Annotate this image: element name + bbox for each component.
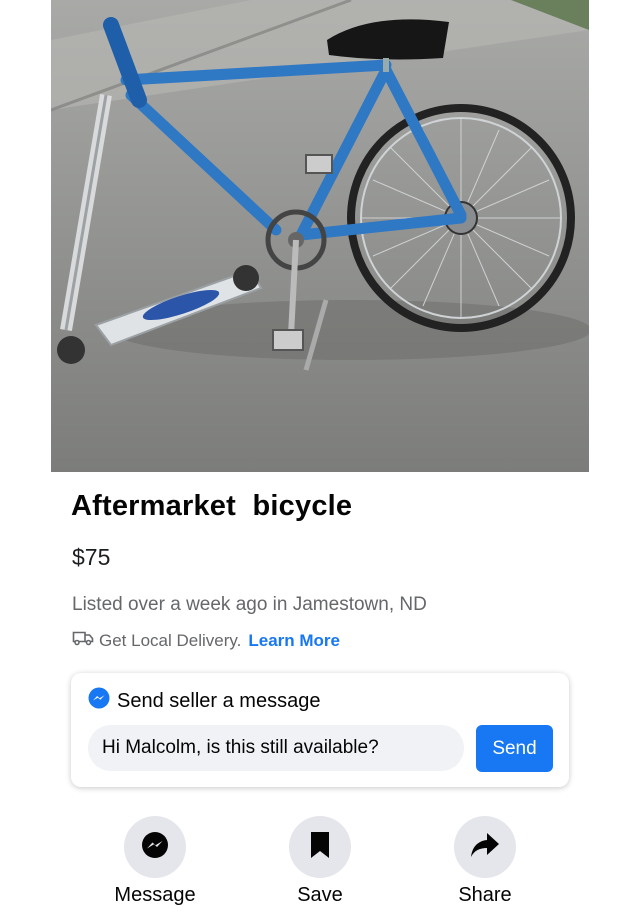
local-delivery-row: Get Local Delivery. Learn More [72,630,340,651]
delivery-truck-icon [72,630,94,651]
send-message-card: Send seller a message Hi Malcolm, is thi… [71,673,569,787]
share-action-circle[interactable] [454,816,516,878]
save-action-circle[interactable] [289,816,351,878]
message-input[interactable]: Hi Malcolm, is this still available? [88,725,464,771]
message-action[interactable]: Message [90,816,220,907]
send-button[interactable]: Send [476,725,553,772]
send-message-title: Send seller a message [117,689,321,712]
save-action[interactable]: Save [255,816,385,907]
listing-title: Aftermarket bicycle [71,490,353,522]
send-message-header: Send seller a message [88,687,320,715]
message-action-circle[interactable] [124,816,186,878]
message-input-text: Hi Malcolm, is this still available? [102,737,379,758]
learn-more-link[interactable]: Learn More [248,631,340,651]
listing-price: $75 [72,544,111,570]
share-action-label: Share [458,884,512,906]
listing-photo[interactable] [51,0,589,472]
bookmark-icon [308,830,332,865]
share-action[interactable]: Share [420,816,550,907]
share-arrow-icon [469,831,501,864]
message-action-label: Message [114,884,196,906]
listing-date-location: Listed over a week ago in Jamestown, ND [72,594,427,615]
messenger-icon [88,687,110,715]
bicycle-scooter-image [51,0,589,472]
messenger-icon [139,829,171,866]
save-action-label: Save [297,884,343,906]
delivery-text: Get Local Delivery. [99,630,242,650]
